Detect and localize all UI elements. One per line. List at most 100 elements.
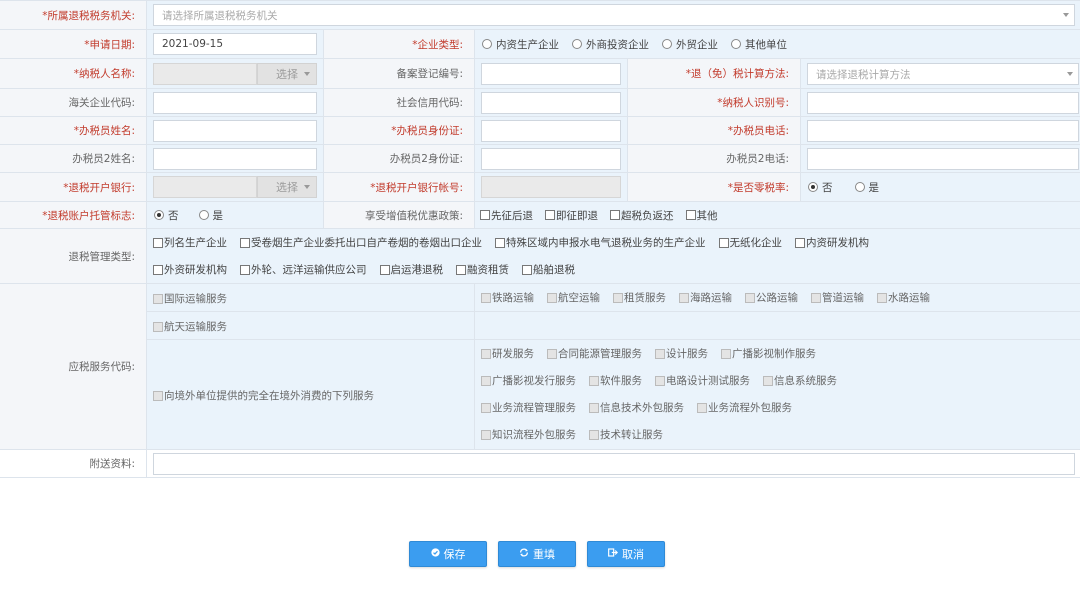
account-custody-option-yes[interactable]: 是 <box>198 208 223 223</box>
option-label: 铁路运输 <box>492 292 534 304</box>
officer-phone-cell <box>801 117 1080 144</box>
mgmt-type-option[interactable]: 启运港退税 <box>379 263 443 276</box>
intl-item-option[interactable]: 租赁服务 <box>613 291 666 304</box>
checkbox-icon <box>697 402 707 413</box>
mgmt-type-option[interactable]: 列名生产企业 <box>153 236 227 249</box>
mgmt-type-option[interactable]: 船舶退税 <box>522 263 575 276</box>
overseas-item-option[interactable]: 广播影视发行服务 <box>481 374 576 387</box>
zero-rate-option-no[interactable]: 否 <box>808 180 833 195</box>
cancel-button[interactable]: 取消 <box>587 541 665 567</box>
refund-account-cell <box>475 173 628 201</box>
enterprise-type-option-other[interactable]: 其他单位 <box>731 37 787 52</box>
checkbox-icon <box>655 348 665 359</box>
refund-method-label: *退（免）税计算方法: <box>628 59 801 88</box>
mgmt-type-option[interactable]: 特殊区域内申报水电气退税业务的生产企业 <box>495 236 706 249</box>
credit-code-input[interactable] <box>481 92 621 114</box>
checkbox-icon <box>240 264 250 275</box>
mgmt-type-option[interactable]: 外轮、远洋运输供应公司 <box>240 263 367 276</box>
space-transport-option[interactable]: 航天运输服务 <box>153 319 227 334</box>
radio-icon <box>854 182 865 192</box>
intl-item-option[interactable]: 海路运输 <box>679 291 732 304</box>
overseas-item-option[interactable]: 设计服务 <box>655 347 708 360</box>
credit-code-label: 社会信用代码: <box>324 89 475 116</box>
officer2-name-input[interactable] <box>153 148 317 170</box>
checkbox-icon <box>547 292 557 303</box>
account-custody-option-no[interactable]: 否 <box>154 208 179 223</box>
option-label: 航天运输服务 <box>164 321 227 333</box>
checkbox-icon <box>745 292 755 303</box>
checkbox-icon <box>679 292 689 303</box>
checkbox-icon <box>589 375 599 386</box>
checkbox-icon <box>721 348 731 359</box>
vat-policy-option-excess-return[interactable]: 超税负返还 <box>610 208 674 223</box>
enterprise-type-option-trade[interactable]: 外贸企业 <box>662 37 718 52</box>
service-code-cell: 国际运输服务 铁路运输 航空运输 租赁服务 海路运输 公路运输 管道运输 水路运… <box>147 284 1080 450</box>
chevron-down-icon <box>1067 72 1073 76</box>
mgmt-type-option[interactable]: 融资租赁 <box>456 263 509 276</box>
overseas-item-option[interactable]: 业务流程管理服务 <box>481 401 576 414</box>
chevron-down-icon <box>304 185 310 189</box>
taxpayer-name-choose-button[interactable]: 选择 <box>257 63 317 85</box>
vat-policy-option-refund-after[interactable]: 先征后退 <box>480 208 533 223</box>
reset-button[interactable]: 重填 <box>498 541 576 567</box>
overseas-item-option[interactable]: 技术转让服务 <box>589 428 663 441</box>
officer2-id-input[interactable] <box>481 148 621 170</box>
vat-policy-option-other[interactable]: 其他 <box>685 208 718 223</box>
intl-item-option[interactable]: 铁路运输 <box>481 291 534 304</box>
officer-phone-input[interactable] <box>807 120 1079 142</box>
filing-no-input[interactable] <box>481 63 621 85</box>
attachment-input[interactable] <box>153 453 1075 475</box>
tax-authority-select[interactable]: 请选择所属退税税务机关 <box>153 4 1075 26</box>
officer-name-input[interactable] <box>153 120 317 142</box>
option-label: 内资生产企业 <box>496 38 559 51</box>
overseas-item-option[interactable]: 信息技术外包服务 <box>589 401 684 414</box>
officer2-phone-input[interactable] <box>807 148 1079 170</box>
officer-id-input[interactable] <box>481 120 621 142</box>
option-label: 业务流程外包服务 <box>708 402 792 414</box>
option-label: 广播影视发行服务 <box>492 375 576 387</box>
mgmt-type-line2: 外资研发机构 外轮、远洋运输供应公司 启运港退税 融资租赁 船舶退税 <box>153 263 1078 276</box>
attachment-label: 附送资料: <box>0 450 147 477</box>
row-officer: *办税员姓名: *办税员身份证: *办税员电话: <box>0 117 1080 145</box>
vat-policy-option-instant-refund[interactable]: 即征即退 <box>545 208 598 223</box>
refund-method-select[interactable]: 请选择退税计算方法 <box>807 63 1079 85</box>
mgmt-type-option[interactable]: 外资研发机构 <box>153 263 227 276</box>
overseas-item-option[interactable]: 知识流程外包服务 <box>481 428 576 441</box>
overseas-item-option[interactable]: 信息系统服务 <box>763 374 837 387</box>
row-service-code: 应税服务代码: 国际运输服务 铁路运输 航空运输 租赁服务 海路运输 公路运输 … <box>0 284 1080 450</box>
intl-item-option[interactable]: 公路运输 <box>745 291 798 304</box>
row-taxpayer-name: *纳税人名称: 选择 备案登记编号: *退（免）税计算方法: 请选择退税计算方法 <box>0 59 1080 89</box>
enterprise-type-option-domestic[interactable]: 内资生产企业 <box>482 37 559 52</box>
checkbox-icon <box>456 264 466 275</box>
customs-code-input[interactable] <box>153 92 317 114</box>
mgmt-type-label: 退税管理类型: <box>0 229 147 283</box>
mgmt-type-option[interactable]: 无纸化企业 <box>718 236 782 249</box>
save-button[interactable]: 保存 <box>409 541 487 567</box>
intl-item-option[interactable]: 水路运输 <box>877 291 930 304</box>
tax-authority-label: *所属退税税务机关: <box>0 1 147 29</box>
reset-label: 重填 <box>533 548 555 561</box>
overseas-item-option[interactable]: 广播影视制作服务 <box>721 347 816 360</box>
row-account-custody: *退税账户托管标志: 否 是 享受增值税优惠政策: 先征后退 即征即退 超税负返… <box>0 202 1080 229</box>
overseas-item-option[interactable]: 业务流程外包服务 <box>697 401 792 414</box>
overseas-item-option[interactable]: 软件服务 <box>589 374 642 387</box>
refund-method-placeholder: 请选择退税计算方法 <box>816 68 911 81</box>
intl-transport-option[interactable]: 国际运输服务 <box>153 291 227 306</box>
overseas-item-option[interactable]: 合同能源管理服务 <box>547 347 642 360</box>
intl-item-option[interactable]: 管道运输 <box>811 291 864 304</box>
mgmt-type-option[interactable]: 受卷烟生产企业委托出口自产卷烟的卷烟出口企业 <box>240 236 482 249</box>
officer-name-cell <box>147 117 324 144</box>
enterprise-type-option-foreign[interactable]: 外商投资企业 <box>572 37 649 52</box>
overseas-service-option[interactable]: 向境外单位提供的完全在境外消费的下列服务 <box>153 388 374 403</box>
apply-date-input[interactable]: 2021-09-15 <box>153 33 317 55</box>
refund-bank-choose-button[interactable]: 选择 <box>257 176 317 198</box>
overseas-item-option[interactable]: 研发服务 <box>481 347 534 360</box>
filing-no-label: 备案登记编号: <box>324 59 475 88</box>
taxpayer-id-input[interactable] <box>807 92 1079 114</box>
checkbox-icon <box>495 237 505 248</box>
intl-item-option[interactable]: 航空运输 <box>547 291 600 304</box>
zero-rate-option-yes[interactable]: 是 <box>854 180 879 195</box>
overseas-item-option[interactable]: 电路设计测试服务 <box>655 374 750 387</box>
credit-code-cell <box>475 89 628 116</box>
mgmt-type-option[interactable]: 内资研发机构 <box>795 236 869 249</box>
